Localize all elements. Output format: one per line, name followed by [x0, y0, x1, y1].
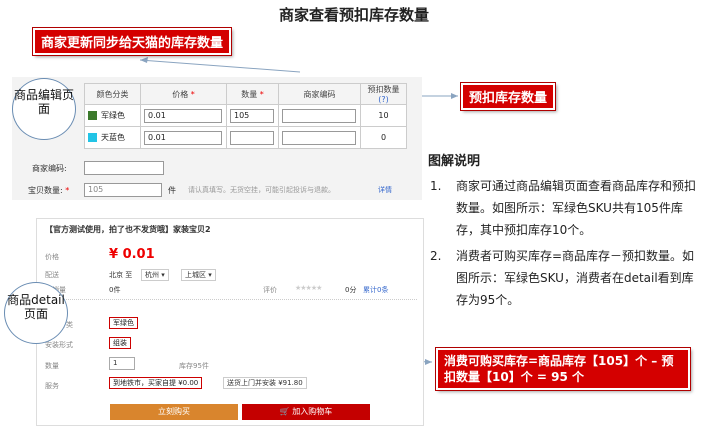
qty-hint: 请认真填写。无货空挂，可能引起投诉与退款。 — [188, 186, 335, 194]
price-input[interactable]: 0.01 — [144, 108, 222, 123]
service-option-pickup[interactable]: 到地铁市，买家自提 ¥0.00 — [109, 377, 203, 389]
code-input[interactable] — [282, 108, 356, 123]
color-option[interactable]: 军绿色 — [109, 317, 138, 329]
arrow-sync — [139, 59, 301, 73]
arrowhead-withhold — [451, 93, 458, 99]
cell-color: 天蓝色 — [84, 126, 141, 149]
cell-color: 军绿色 — [84, 104, 141, 127]
ship-value: 北京 至 — [109, 271, 133, 279]
edit-page-circle: 商品编辑页面 — [12, 78, 76, 140]
code-input[interactable] — [282, 130, 356, 145]
sku-table: 颜色分类 价格 * 数量 * 商家编码 预扣数量(?) 军绿色 0.01 105… — [84, 83, 407, 149]
reviews-link[interactable]: 累计0条 — [363, 285, 388, 295]
quantity-input[interactable]: 105 — [230, 108, 274, 123]
qty-label: 宝贝数量: * — [28, 186, 70, 195]
arrowhead-formula — [425, 359, 432, 365]
callout-formula: 消费可购买库存=商品库存【105】个 – 预扣数量【10】个 = 95 个 — [436, 348, 690, 390]
city-select[interactable]: 杭州 ▾ — [141, 269, 169, 281]
service-label: 服务 — [45, 382, 59, 390]
header-code: 商家编码 — [278, 83, 361, 105]
cell-withhold: 0 — [360, 126, 407, 149]
header-color: 颜色分类 — [84, 83, 141, 105]
header-quantity: 数量 * — [226, 83, 279, 105]
header-price: 价格 * — [140, 83, 227, 105]
color-swatch-icon — [88, 133, 97, 142]
buy-now-button[interactable]: 立刻购买 — [110, 404, 238, 420]
service-option-install[interactable]: 送货上门并安装 ¥91.80 — [223, 377, 307, 389]
header-withhold: 预扣数量(?) — [360, 83, 407, 105]
product-detail-panel: 【官方测试使用，拍了也不发货哦】家装宝贝2 价格 ¥ 0.01 配送 北京 至 … — [36, 218, 424, 426]
code-label: 商家编码: — [32, 164, 67, 173]
install-option[interactable]: 组装 — [109, 337, 131, 349]
price-input[interactable]: 0.01 — [144, 130, 222, 145]
detail-page-circle: 商品detail页面 — [4, 282, 68, 344]
unit-label: 件 — [168, 186, 176, 195]
explanation-heading: 图解说明 — [428, 154, 481, 169]
price-label: 价格 — [45, 253, 59, 261]
callout-withhold: 预扣库存数量 — [461, 83, 556, 110]
merchant-code-input[interactable] — [84, 161, 164, 175]
arrowhead-sync — [140, 57, 148, 63]
total-qty-input[interactable]: 105 — [84, 183, 162, 197]
quantity-input[interactable] — [230, 130, 274, 145]
table-row: 天蓝色 0.01 0 — [84, 126, 407, 149]
district-select[interactable]: 上城区 ▾ — [181, 269, 216, 281]
help-link[interactable]: (?) — [378, 95, 389, 104]
add-to-cart-button[interactable]: 🛒 加入购物车 — [242, 404, 370, 420]
product-title: 【官方测试使用，拍了也不发货哦】家装宝贝2 — [45, 225, 211, 234]
color-swatch-icon — [88, 111, 97, 120]
quantity-stepper[interactable]: 1 — [109, 357, 135, 370]
cart-icon: 🛒 — [279, 407, 290, 416]
list-item: 2. 消费者可购买库存=商品库存－预扣数量。如图所示：军绿色SKU，消费者在det… — [430, 249, 695, 307]
detail-link[interactable]: 详情 — [378, 185, 392, 195]
ship-label: 配送 — [45, 271, 59, 279]
cell-withhold: 10 — [360, 104, 407, 127]
score-value: 0分 — [345, 286, 357, 294]
review-label: 评价 — [263, 286, 277, 294]
stock-text: 库存95件 — [179, 362, 209, 370]
table-row: 军绿色 0.01 105 10 — [84, 104, 407, 127]
explanation: 图解说明 1. 商家可通过商品编辑页面查看商品库存和预扣数量。如图所示：军绿色SK… — [428, 150, 704, 311]
list-item: 1. 商家可通过商品编辑页面查看商品库存和预扣数量。如图所示：军绿色SKU共有10… — [430, 179, 697, 237]
rating-stars-icon: ★★★★★ — [295, 284, 322, 292]
divider — [43, 299, 417, 300]
sales-value: 0件 — [109, 286, 121, 294]
qty-label: 数量 — [45, 362, 59, 370]
price-value: ¥ 0.01 — [109, 247, 155, 262]
install-label: 安装形式 — [45, 341, 73, 349]
callout-sync: 商家更新同步给天猫的库存数量 — [33, 28, 232, 55]
